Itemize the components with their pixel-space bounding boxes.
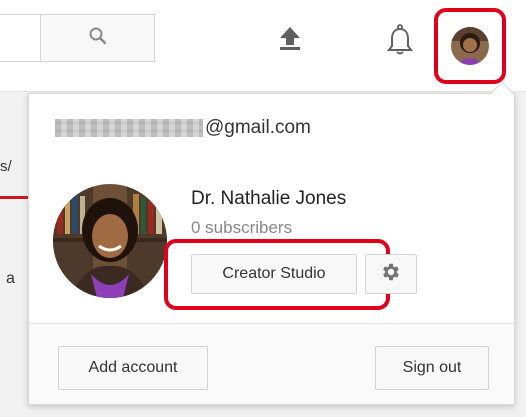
upload-button[interactable] [270,20,310,60]
add-account-button[interactable]: Add account [58,346,208,390]
avatar-highlight [434,8,506,84]
channel-avatar-image [53,184,167,298]
notifications-button[interactable] [380,20,420,64]
subscriber-count: 0 subscribers [191,218,293,237]
masthead [0,0,526,92]
search-box[interactable] [0,14,155,62]
gear-icon [380,261,402,288]
avatar-icon [451,27,489,65]
background-text-fragment: a [6,270,15,287]
background-text-fragment: s/ [0,158,12,175]
background-fragment [230,405,520,417]
email-suffix: @gmail.com [205,117,311,138]
account-email: @gmail.com [55,116,311,140]
channel-name: Dr. Nathalie Jones [191,188,347,209]
settings-button[interactable] [365,254,417,294]
bell-icon [386,23,414,62]
channel-avatar[interactable] [53,184,167,298]
redacted-email-mask [55,119,203,137]
search-icon [88,26,108,51]
account-menu-footer: Add account Sign out [29,324,514,404]
upload-icon [276,24,304,57]
creator-studio-button[interactable]: Creator Studio [191,254,357,294]
account-avatar-button[interactable] [451,27,489,65]
page-background: s/ a @gmail.com Dr. Nathalie Jones 0 sub… [0,0,526,417]
search-button[interactable] [40,15,154,61]
sign-out-button[interactable]: Sign out [375,346,489,390]
account-menu: @gmail.com Dr. Nathalie Jones 0 subscrib… [28,81,515,405]
